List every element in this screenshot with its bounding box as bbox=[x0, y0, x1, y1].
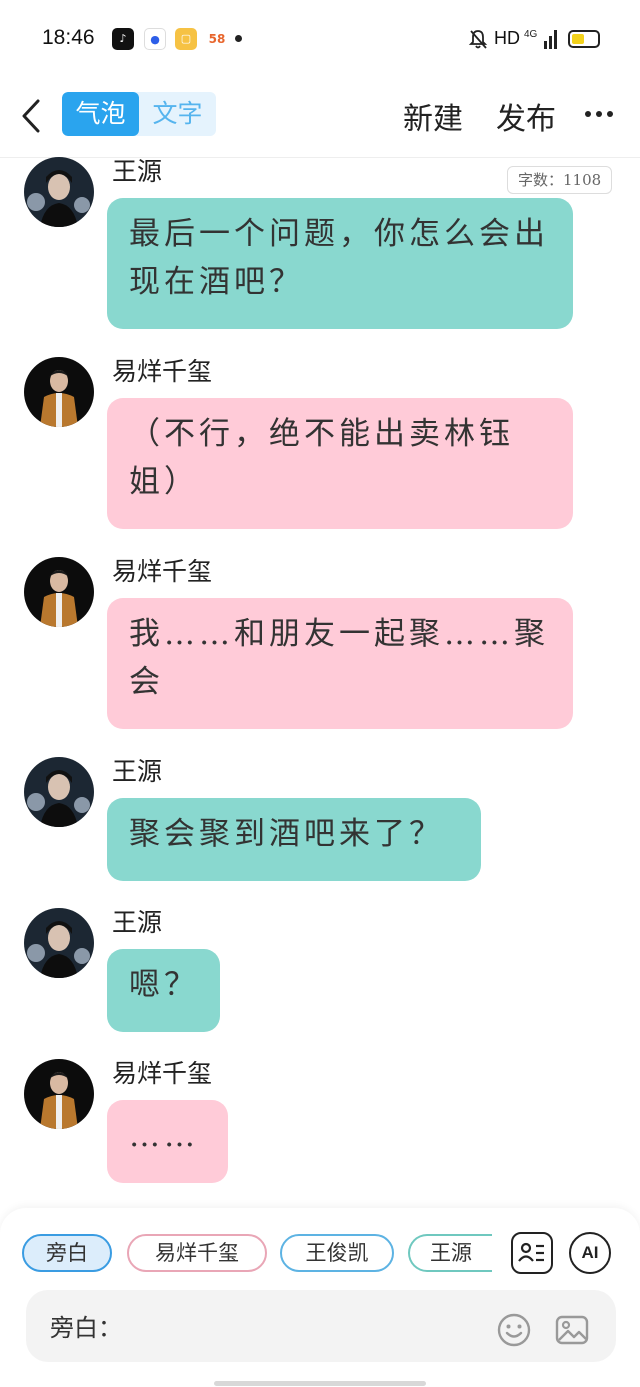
back-arrow-icon[interactable] bbox=[18, 96, 46, 136]
tab-bubble[interactable]: 气泡 bbox=[62, 92, 139, 136]
message-bubble[interactable]: （不行，绝不能出卖林钰姐） bbox=[107, 398, 573, 529]
role-manager-button[interactable] bbox=[511, 1232, 553, 1274]
role-chip-wang-yuan[interactable]: 王源 bbox=[408, 1234, 492, 1272]
wang-yuan-avatar[interactable] bbox=[24, 757, 94, 827]
role-chip-yi-yang-qianxi[interactable]: 易烊千玺 bbox=[127, 1234, 267, 1272]
signal-icon: 4G bbox=[524, 29, 557, 49]
58-icon: 58 bbox=[206, 28, 228, 50]
notes-icon: ▢ bbox=[175, 28, 197, 50]
wang-yuan-avatar[interactable] bbox=[24, 908, 94, 978]
notification-dot-icon bbox=[235, 35, 242, 42]
image-icon[interactable] bbox=[554, 1312, 590, 1348]
new-button[interactable]: 新建 bbox=[403, 94, 463, 138]
sender-name: 易烊千玺 bbox=[112, 557, 213, 586]
message-input[interactable]: 旁白： bbox=[26, 1290, 616, 1362]
mode-toggle: 气泡 文字 bbox=[62, 92, 216, 136]
wang-yuan-avatar[interactable] bbox=[24, 157, 94, 227]
top-bar: 气泡 文字 新建 发布 bbox=[0, 78, 640, 158]
more-icon[interactable] bbox=[584, 110, 614, 118]
message-bubble[interactable]: 我……和朋友一起聚……聚会 bbox=[107, 598, 573, 729]
contact-card-icon bbox=[518, 1242, 544, 1262]
signal-label: 4G bbox=[524, 29, 538, 40]
status-bar: 18:46 ♪ ● ▢ 58 HD 4G bbox=[0, 0, 640, 78]
message-bubble[interactable]: 最后一个问题，你怎么会出现在酒吧？ bbox=[107, 198, 573, 329]
tiktok-icon: ♪ bbox=[112, 28, 134, 50]
sender-name: 王源 bbox=[112, 908, 163, 937]
sender-name: 王源 bbox=[112, 157, 163, 186]
status-time: 18:46 bbox=[42, 26, 95, 49]
baidu-icon: ● bbox=[144, 28, 166, 50]
tab-text[interactable]: 文字 bbox=[139, 92, 216, 136]
input-role-label: 旁白： bbox=[50, 1314, 122, 1342]
battery-icon bbox=[568, 30, 600, 48]
yi-yang-qianxi-avatar[interactable] bbox=[24, 1059, 94, 1129]
role-chip-wang-junkai[interactable]: 王俊凯 bbox=[280, 1234, 394, 1272]
network-type: HD bbox=[494, 28, 520, 48]
publish-button[interactable]: 发布 bbox=[496, 94, 556, 138]
emoji-icon[interactable] bbox=[496, 1312, 532, 1348]
sender-name: 王源 bbox=[112, 757, 163, 786]
message-bubble[interactable]: …… bbox=[107, 1100, 228, 1183]
sender-name: 易烊千玺 bbox=[112, 357, 213, 386]
compose-panel: 旁白 易烊千玺 王俊凯 王源 AI 旁白： bbox=[0, 1208, 640, 1387]
yi-yang-qianxi-avatar[interactable] bbox=[24, 557, 94, 627]
message-bubble[interactable]: 聚会聚到酒吧来了？ bbox=[107, 798, 481, 881]
ai-button[interactable]: AI bbox=[569, 1232, 611, 1274]
role-chip-narrator[interactable]: 旁白 bbox=[22, 1234, 112, 1272]
yi-yang-qianxi-avatar[interactable] bbox=[24, 357, 94, 427]
message-bubble[interactable]: 嗯？ bbox=[107, 949, 220, 1032]
sender-name: 易烊千玺 bbox=[112, 1059, 213, 1088]
home-indicator bbox=[214, 1381, 426, 1386]
word-count-badge: 字数：1108 bbox=[507, 166, 613, 194]
mute-bell-icon bbox=[468, 30, 488, 49]
